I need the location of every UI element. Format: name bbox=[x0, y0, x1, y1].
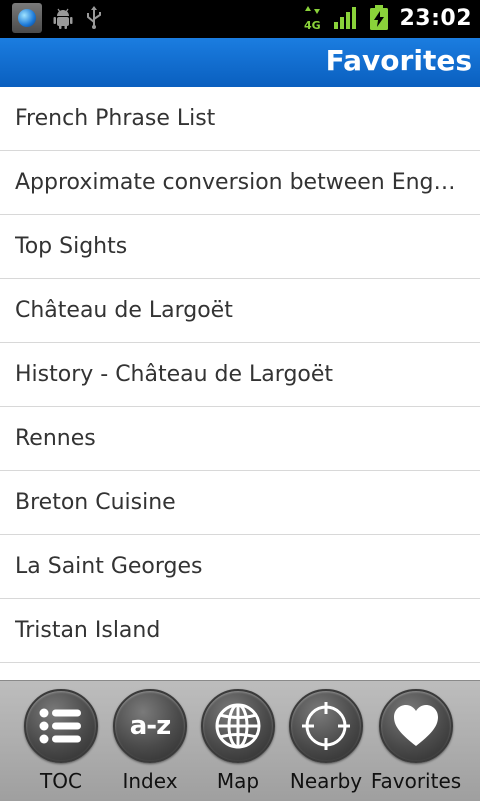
index-label: Index bbox=[122, 769, 178, 793]
heart-icon bbox=[379, 689, 453, 763]
list-item[interactable]: La Saint Georges bbox=[0, 535, 480, 599]
notification-icons bbox=[12, 3, 104, 33]
list-item[interactable]: Breton Cuisine bbox=[0, 471, 480, 535]
list-item-label: Approximate conversion between English a… bbox=[15, 170, 460, 195]
list-item-label: French Phrase List bbox=[15, 106, 216, 131]
list-item-label: Rennes bbox=[15, 426, 96, 451]
title-bar: Favorites bbox=[0, 38, 480, 87]
favorites-button[interactable]: Favorites bbox=[370, 685, 462, 797]
index-button[interactable]: a-z Index bbox=[106, 685, 194, 797]
list-item[interactable]: Château de Largoët bbox=[0, 279, 480, 343]
clock: 23:02 bbox=[399, 5, 472, 31]
signal-icon bbox=[334, 7, 357, 29]
list-item-label: Château de Largoët bbox=[15, 298, 233, 323]
list-item-label: Tristan Island bbox=[15, 618, 161, 643]
battery-charging-icon bbox=[370, 5, 389, 30]
bottom-toolbar: TOC a-z Index Map Nearby Favorites bbox=[0, 680, 480, 801]
list-item[interactable]: French Phrase List bbox=[0, 87, 480, 151]
list-item-label: History - Château de Largoët bbox=[15, 362, 334, 387]
list-item[interactable]: Tristan Island bbox=[0, 599, 480, 663]
favorites-list[interactable]: French Phrase List Approximate conversio… bbox=[0, 87, 480, 680]
list-item[interactable]: Approximate conversion between English a… bbox=[0, 151, 480, 215]
list-item[interactable]: History - Château de Largoët bbox=[0, 343, 480, 407]
toc-label: TOC bbox=[40, 769, 82, 793]
app-orb-icon bbox=[12, 3, 42, 33]
list-item-label: La Saint Georges bbox=[15, 554, 203, 579]
map-label: Map bbox=[216, 769, 260, 793]
toc-icon bbox=[24, 689, 98, 763]
status-bar: 4G 23:02 bbox=[0, 0, 480, 38]
usb-icon bbox=[87, 6, 101, 29]
page-title: Favorites bbox=[325, 44, 472, 77]
nearby-button[interactable]: Nearby bbox=[282, 685, 370, 797]
a-z-icon-text: a-z bbox=[129, 711, 171, 741]
network-4g-icon: 4G bbox=[304, 6, 321, 31]
svg-text:4G: 4G bbox=[304, 19, 321, 31]
list-item-label: Top Sights bbox=[15, 234, 128, 259]
list-item-label: Breton Cuisine bbox=[15, 490, 176, 515]
favorites-label: Favorites bbox=[370, 769, 462, 793]
map-button[interactable]: Map bbox=[194, 685, 282, 797]
android-debug-icon bbox=[53, 8, 73, 29]
list-item[interactable]: Top Sights bbox=[0, 215, 480, 279]
list-item[interactable]: Rennes bbox=[0, 407, 480, 471]
crosshair-icon bbox=[289, 689, 363, 763]
toc-button[interactable]: TOC bbox=[17, 685, 105, 797]
system-icons: 4G 23:02 bbox=[303, 5, 472, 31]
a-z-icon: a-z bbox=[113, 689, 187, 763]
nearby-label: Nearby bbox=[289, 769, 363, 793]
globe-icon bbox=[201, 689, 275, 763]
